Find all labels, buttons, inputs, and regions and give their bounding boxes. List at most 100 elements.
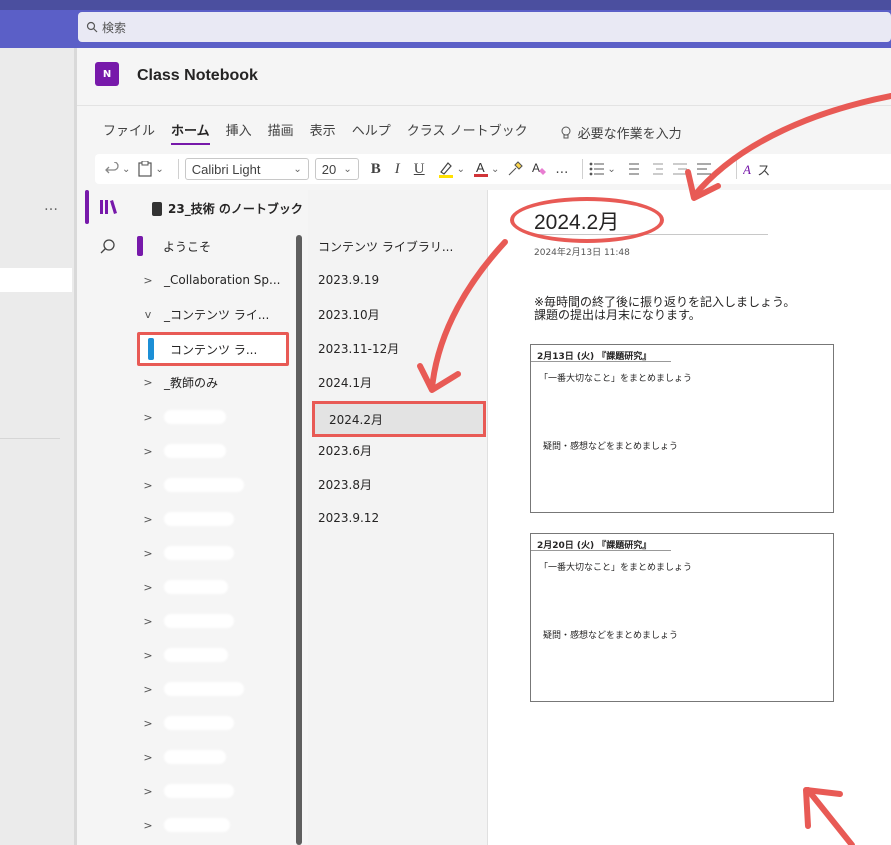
font-name-select[interactable]: Calibri Light ⌄ <box>184 158 309 180</box>
section-group-redacted[interactable]: > <box>140 675 290 703</box>
undo-button[interactable]: ⌄ <box>105 162 130 176</box>
page-item[interactable]: 2023.6月 <box>318 436 372 464</box>
section-group-redacted[interactable]: > <box>140 505 290 533</box>
page-item[interactable]: 2023.11-12月 <box>318 334 399 362</box>
align-button[interactable]: ⌄ <box>696 162 722 176</box>
numbering-button[interactable] <box>624 162 640 176</box>
more-options-icon[interactable]: … <box>44 198 58 214</box>
section-content-library-selected[interactable]: コンテンツ ラ... <box>137 332 289 366</box>
chevron-right-icon: > <box>143 750 153 764</box>
card-prompt: 疑問・感想などをまとめましょう <box>543 631 679 641</box>
page-note[interactable]: ※毎時間の終了後に振り返りを記入しましょう。 課題の提出は月末になります。 <box>534 296 795 322</box>
section-group-redacted[interactable]: > <box>140 709 290 737</box>
redacted-label <box>164 546 234 560</box>
toolbar-separator <box>177 159 179 179</box>
card-prompt: 「一番大切なこと」をまとめましょう <box>539 563 693 573</box>
page-item[interactable]: 2023.8月 <box>318 470 372 498</box>
increase-indent-button[interactable] <box>672 162 688 176</box>
tab-home[interactable]: ホーム <box>171 120 210 145</box>
section-group-collaboration[interactable]: > _Collaboration Sp... <box>140 266 290 294</box>
reflection-card[interactable]: 2月13日 (火) 『課題研究』 「一番大切なこと」をまとめましょう 疑問・感想… <box>530 344 834 513</box>
format-painter-button[interactable] <box>507 161 524 177</box>
search-box[interactable]: 検索 <box>78 12 891 42</box>
toolbar-separator <box>736 159 738 179</box>
section-group-redacted[interactable]: > <box>140 777 290 805</box>
redacted-label <box>164 716 234 730</box>
section-label: _コンテンツ ライ... <box>164 307 270 322</box>
chevron-down-icon: ⌄ <box>607 163 616 175</box>
decrease-indent-button[interactable] <box>648 162 664 176</box>
chevron-right-icon: > <box>143 716 153 730</box>
tab-insert[interactable]: 挿入 <box>226 120 252 145</box>
tab-help[interactable]: ヘルプ <box>352 120 391 145</box>
search-placeholder: 検索 <box>102 20 127 35</box>
bold-button[interactable]: B <box>371 161 381 178</box>
active-indicator <box>85 190 89 224</box>
section-group-redacted[interactable]: > <box>140 573 290 601</box>
align-left-icon <box>696 163 711 175</box>
tab-class-notebook[interactable]: クラス ノートブック <box>407 120 528 145</box>
rail-divider-line <box>0 438 60 439</box>
tab-file[interactable]: ファイル <box>103 120 155 145</box>
section-group-redacted[interactable]: > <box>140 437 290 465</box>
styles-button[interactable]: A ス <box>743 160 770 179</box>
font-size-value: 20 <box>321 161 337 177</box>
font-color-button[interactable]: A ⌄ <box>473 160 499 178</box>
redacted-label <box>164 750 226 764</box>
tell-me-label: 必要な作業を入力 <box>577 127 682 142</box>
section-welcome[interactable]: ようこそ <box>137 232 287 260</box>
section-group-redacted[interactable]: > <box>140 539 290 567</box>
redacted-label <box>164 682 244 696</box>
card-prompt: 疑問・感想などをまとめましょう <box>543 442 679 452</box>
page-item[interactable]: 2023.9.12 <box>318 504 379 532</box>
more-commands-button[interactable]: … <box>555 162 568 177</box>
bullets-button[interactable]: ⌄ <box>589 162 616 176</box>
section-group-redacted[interactable]: > <box>140 641 290 669</box>
page-date: 2024年2月13日 11:48 <box>534 248 630 258</box>
chevron-down-icon: ⌄ <box>456 163 466 175</box>
font-size-select[interactable]: 20 ⌄ <box>314 158 359 180</box>
outdent-icon <box>652 163 663 175</box>
rail-selected-item[interactable] <box>0 268 72 292</box>
card-prompt: 「一番大切なこと」をまとめましょう <box>539 374 693 384</box>
font-color-icon: A <box>474 160 489 177</box>
page-item[interactable]: 2024.1月 <box>318 368 372 396</box>
redacted-label <box>164 512 234 526</box>
reflection-card[interactable]: 2月20日 (火) 『課題研究』 「一番大切なこと」をまとめましょう 疑問・感想… <box>530 533 834 702</box>
chevron-right-icon: > <box>143 512 153 526</box>
teams-top-strip <box>0 0 891 10</box>
section-scrollbar[interactable] <box>296 235 302 845</box>
notebooks-icon[interactable] <box>100 199 118 215</box>
highlight-button[interactable]: ⌄ <box>437 160 465 178</box>
page-item[interactable]: 2023.10月 <box>318 300 380 328</box>
section-group-redacted[interactable]: > <box>140 811 290 839</box>
notebook-title[interactable]: 23_技術 のノートブック <box>152 200 303 217</box>
page-item[interactable]: コンテンツ ライブラリ... <box>318 232 453 260</box>
tell-me-search[interactable]: 必要な作業を入力 <box>560 120 682 145</box>
chevron-down-icon: ⌄ <box>155 163 164 175</box>
section-group-redacted[interactable]: > <box>140 471 290 499</box>
search-icon[interactable] <box>100 238 116 254</box>
underline-button[interactable]: U <box>414 161 425 178</box>
section-group-teacher-only[interactable]: > _教師のみ <box>140 368 290 396</box>
italic-button[interactable]: I <box>395 161 400 178</box>
chevron-right-icon: > <box>143 546 153 560</box>
redacted-label <box>164 818 230 832</box>
section-group-redacted[interactable]: > <box>140 743 290 771</box>
page-item[interactable]: 2023.9.19 <box>318 266 379 294</box>
chevron-right-icon: > <box>143 614 153 628</box>
page-item-selected[interactable]: 2024.2月 <box>312 401 486 437</box>
chevron-right-icon: > <box>143 478 153 492</box>
lightbulb-icon <box>561 126 571 138</box>
tab-draw[interactable]: 描画 <box>268 120 294 145</box>
ribbon-tabs: ファイル ホーム 挿入 描画 表示 ヘルプ クラス ノートブック 必要な作業を入… <box>103 120 682 145</box>
section-color-tab <box>137 236 143 256</box>
paste-button[interactable]: ⌄ <box>138 161 164 177</box>
clear-formatting-button[interactable]: A <box>531 161 547 177</box>
section-group-redacted[interactable]: > <box>140 607 290 635</box>
section-group-redacted[interactable]: > <box>140 403 290 431</box>
section-group-content-library[interactable]: v _コンテンツ ライ... <box>140 300 290 328</box>
clipboard-icon <box>138 161 152 177</box>
page-canvas[interactable] <box>488 190 891 845</box>
tab-view[interactable]: 表示 <box>310 120 336 145</box>
